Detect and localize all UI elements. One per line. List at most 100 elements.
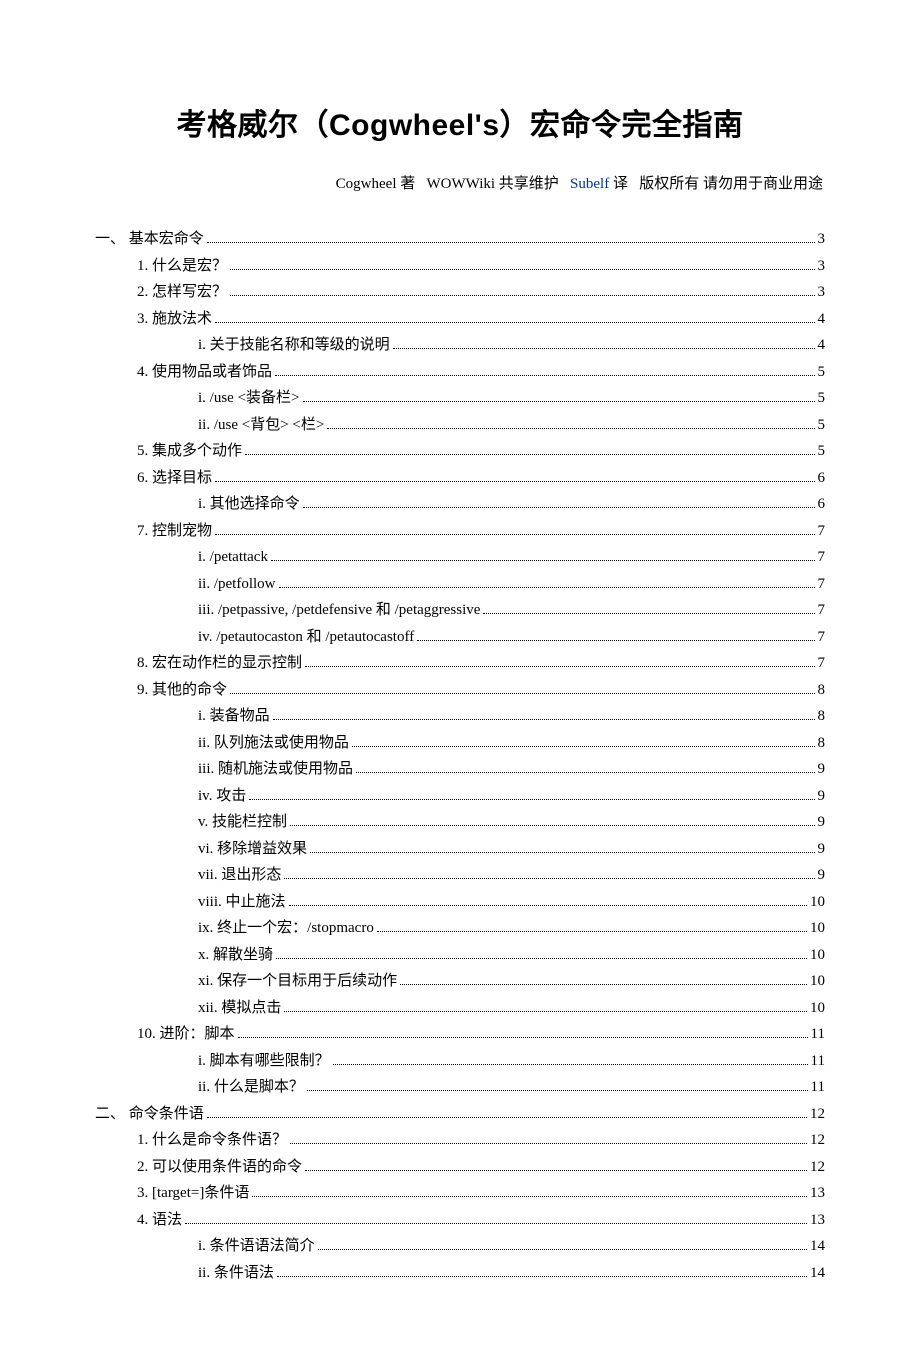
toc-leader-dots [290, 825, 814, 826]
toc-entry-page: 5 [818, 360, 826, 386]
toc-entry-page: 7 [818, 545, 826, 571]
toc-entry[interactable]: iv. /petautocaston 和 /petautocastoff7 [95, 625, 825, 651]
toc-entry-label: 7. 控制宠物 [137, 519, 212, 545]
toc-leader-dots [333, 1064, 808, 1065]
toc-entry-page: 8 [818, 678, 826, 704]
toc-entry[interactable]: 6. 选择目标 6 [95, 466, 825, 492]
toc-entry[interactable]: ii. 什么是脚本？11 [95, 1075, 825, 1101]
toc-entry[interactable]: 8. 宏在动作栏的显示控制7 [95, 651, 825, 677]
toc-entry[interactable]: 4. 语法 13 [95, 1208, 825, 1234]
toc-entry[interactable]: viii. 中止施法10 [95, 890, 825, 916]
toc-entry[interactable]: i. 条件语语法简介14 [95, 1234, 825, 1260]
toc-leader-dots [417, 640, 814, 641]
toc-entry[interactable]: 7. 控制宠物7 [95, 519, 825, 545]
toc-leader-dots [271, 560, 815, 561]
toc-leader-dots [377, 931, 807, 932]
toc-entry[interactable]: xii. 模拟点击10 [95, 996, 825, 1022]
toc-leader-dots [230, 693, 814, 694]
toc-entry-page: 10 [810, 969, 825, 995]
toc-entry[interactable]: i. /use <装备栏> 5 [95, 386, 825, 412]
document-page: 考格威尔（Cogwheel's）宏命令完全指南 Cogwheel 著 WOWWi… [0, 0, 920, 1347]
toc-entry-page: 8 [818, 704, 826, 730]
toc-entry-label: i. /petattack [198, 545, 268, 571]
toc-entry[interactable]: 1. 什么是命令条件语？12 [95, 1128, 825, 1154]
toc-entry-label: 3. [target=]条件语 [137, 1181, 249, 1207]
toc-leader-dots [207, 1117, 807, 1118]
toc-leader-dots [215, 534, 814, 535]
toc-entry[interactable]: 3. [target=]条件语13 [95, 1181, 825, 1207]
toc-entry[interactable]: 2. 怎样写宏？3 [95, 280, 825, 306]
toc-entry-page: 14 [810, 1234, 825, 1260]
toc-entry[interactable]: 9. 其他的命令 8 [95, 678, 825, 704]
byline-translator-link[interactable]: Subelf [570, 176, 609, 192]
toc-entry-label: iii. /petpassive, /petdefensive 和 /petag… [198, 598, 480, 624]
toc-leader-dots [289, 905, 807, 906]
toc-entry-label: i. 脚本有哪些限制？ [198, 1049, 330, 1075]
toc-leader-dots [327, 428, 814, 429]
toc-entry[interactable]: x. 解散坐骑10 [95, 943, 825, 969]
toc-entry[interactable]: 一、 基本宏命令3 [95, 227, 825, 253]
toc-leader-dots [185, 1223, 807, 1224]
toc-entry[interactable]: vi. 移除增益效果9 [95, 837, 825, 863]
toc-entry-label: i. 关于技能名称和等级的说明 [198, 333, 390, 359]
toc-entry[interactable]: i. 其他选择命令6 [95, 492, 825, 518]
toc-entry[interactable]: 1. 什么是宏？3 [95, 254, 825, 280]
toc-leader-dots [249, 799, 814, 800]
toc-entry-page: 9 [818, 837, 826, 863]
toc-entry-page: 12 [810, 1102, 825, 1128]
toc-entry[interactable]: ix. 终止一个宏：/stopmacro10 [95, 916, 825, 942]
toc-entry-label: 10. 进阶：脚本 [137, 1022, 235, 1048]
toc-entry[interactable]: i. 脚本有哪些限制？11 [95, 1049, 825, 1075]
toc-leader-dots [305, 1170, 807, 1171]
toc-entry-page: 9 [818, 810, 826, 836]
toc-entry[interactable]: i. /petattack 7 [95, 545, 825, 571]
toc-entry[interactable]: 10. 进阶：脚本11 [95, 1022, 825, 1048]
byline-translator-suffix: 译 [613, 176, 628, 192]
toc-entry[interactable]: xi. 保存一个目标用于后续动作10 [95, 969, 825, 995]
toc-entry[interactable]: 4. 使用物品或者饰品5 [95, 360, 825, 386]
toc-leader-dots [400, 984, 807, 985]
toc-entry-label: i. 装备物品 [198, 704, 270, 730]
toc-entry[interactable]: ii. 队列施法或使用物品8 [95, 731, 825, 757]
toc-entry[interactable]: i. 装备物品 8 [95, 704, 825, 730]
toc-entry-page: 5 [818, 439, 826, 465]
toc-entry[interactable]: 3. 施放法术4 [95, 307, 825, 333]
toc-entry-label: i. /use <装备栏> [198, 386, 300, 412]
toc-leader-dots [207, 242, 815, 243]
toc-leader-dots [310, 852, 814, 853]
toc-entry-label: 6. 选择目标 [137, 466, 212, 492]
toc-entry[interactable]: ii. 条件语法14 [95, 1261, 825, 1287]
toc-entry-label: 4. 语法 [137, 1208, 182, 1234]
toc-entry-label: vii. 退出形态 [198, 863, 281, 889]
toc-entry[interactable]: ii. /petfollow7 [95, 572, 825, 598]
toc-entry-label: 一、 基本宏命令 [95, 227, 204, 253]
toc-entry[interactable]: ii. /use <背包> <栏>5 [95, 413, 825, 439]
toc-entry[interactable]: iii. /petpassive, /petdefensive 和 /petag… [95, 598, 825, 624]
toc-entry-label: iii. 随机施法或使用物品 [198, 757, 353, 783]
toc-entry[interactable]: 5. 集成多个动作5 [95, 439, 825, 465]
toc-entry-label: ii. 什么是脚本？ [198, 1075, 304, 1101]
toc-entry-label: x. 解散坐骑 [198, 943, 273, 969]
toc-entry[interactable]: 二、 命令条件语12 [95, 1102, 825, 1128]
toc-entry-label: iv. /petautocaston 和 /petautocastoff [198, 625, 414, 651]
toc-entry[interactable]: 2. 可以使用条件语的命令12 [95, 1155, 825, 1181]
toc-entry-page: 13 [810, 1208, 825, 1234]
toc-entry-label: ii. 条件语法 [198, 1261, 274, 1287]
toc-entry-label: ii. 队列施法或使用物品 [198, 731, 349, 757]
toc-entry-label: 9. 其他的命令 [137, 678, 227, 704]
toc-entry-label: 3. 施放法术 [137, 307, 212, 333]
toc-leader-dots [303, 401, 815, 402]
toc-leader-dots [279, 587, 815, 588]
toc-entry-label: ix. 终止一个宏：/stopmacro [198, 916, 374, 942]
toc-entry-page: 5 [818, 386, 826, 412]
toc-entry[interactable]: i. 关于技能名称和等级的说明4 [95, 333, 825, 359]
toc-entry[interactable]: vii. 退出形态9 [95, 863, 825, 889]
toc-entry[interactable]: v. 技能栏控制9 [95, 810, 825, 836]
toc-entry-page: 12 [810, 1128, 825, 1154]
byline-maintainer: WOWWiki 共享维护 [427, 176, 559, 192]
toc-entry-page: 6 [818, 466, 826, 492]
toc-entry-page: 3 [818, 280, 826, 306]
toc-entry[interactable]: iv. 攻击9 [95, 784, 825, 810]
toc-entry-page: 5 [818, 413, 826, 439]
toc-entry[interactable]: iii. 随机施法或使用物品9 [95, 757, 825, 783]
